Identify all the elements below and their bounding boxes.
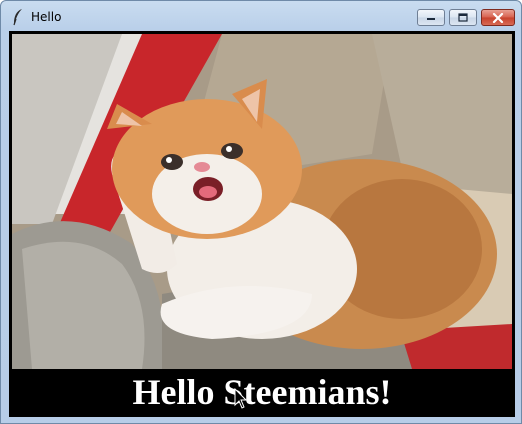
feather-icon: [11, 8, 25, 26]
maximize-icon: [458, 13, 468, 22]
client-area: Hello Steemians!: [9, 31, 515, 417]
close-icon: [492, 12, 504, 23]
caption-label: Hello Steemians!: [12, 369, 512, 415]
app-window: Hello Hello Steemians!: [0, 0, 522, 424]
close-button[interactable]: [481, 9, 515, 26]
kitten-photo: [12, 34, 512, 369]
window-title: Hello: [31, 10, 62, 24]
minimize-button[interactable]: [417, 9, 445, 26]
minimize-icon: [427, 17, 435, 20]
title-bar[interactable]: Hello: [1, 1, 521, 31]
maximize-button[interactable]: [449, 9, 477, 26]
mouse-pointer-icon: [234, 387, 248, 410]
